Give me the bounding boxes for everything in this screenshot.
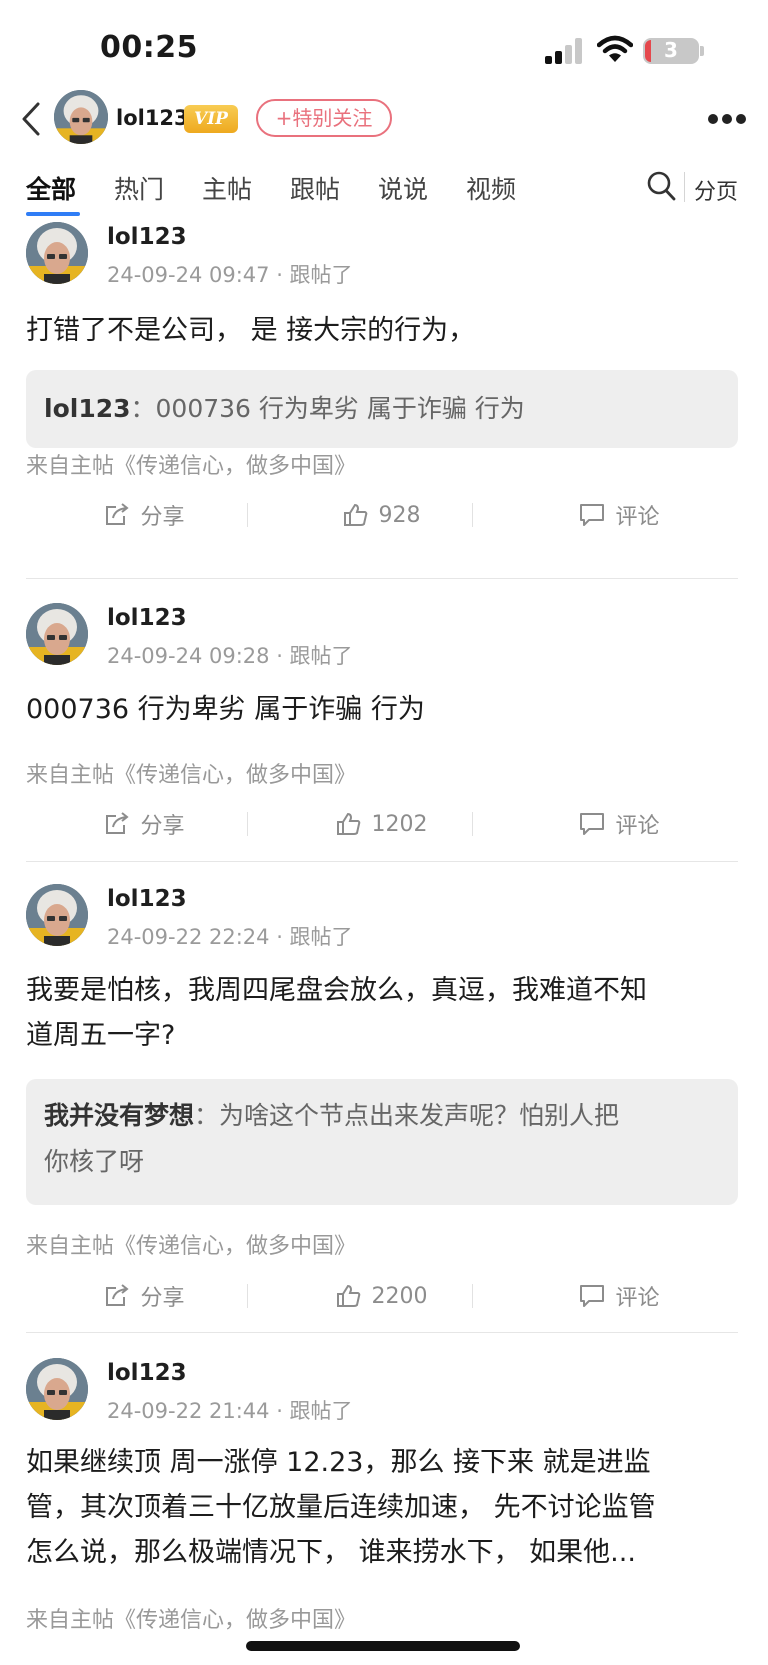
divider xyxy=(684,172,685,202)
post-body-line: 如果继续顶 周一涨停 12.23，那么 接下来 就是进监 xyxy=(26,1447,651,1478)
tab-main-posts[interactable]: 主帖 xyxy=(202,170,252,206)
divider xyxy=(26,861,738,862)
share-icon xyxy=(106,503,130,525)
thumbs-up-icon xyxy=(336,812,360,835)
post-body-line: 管，其次顶着三十亿放量后连续加速， 先不讨论监管 xyxy=(26,1492,656,1523)
like-count: 2200 xyxy=(371,1283,428,1309)
wifi-icon xyxy=(597,35,633,62)
battery-icon: 3 xyxy=(643,38,699,64)
like-button[interactable]: 2200 xyxy=(263,1271,500,1321)
avatar[interactable] xyxy=(26,884,88,946)
comment-button[interactable]: 评论 xyxy=(501,1271,738,1321)
search-icon[interactable] xyxy=(646,170,676,202)
post-meta: 24-09-22 21:44 · 跟帖了 xyxy=(107,1399,353,1423)
active-tab-indicator xyxy=(26,212,80,216)
post-body[interactable]: 如果继续顶 周一涨停 12.23，那么 接下来 就是进监 管，其次顶着三十亿放量… xyxy=(26,1440,736,1575)
battery-level: 3 xyxy=(664,38,678,62)
tab-replies[interactable]: 跟帖 xyxy=(290,170,340,206)
post-body[interactable]: 打错了不是公司， 是 接大宗的行为， xyxy=(26,308,736,353)
special-follow-button[interactable]: +特别关注 xyxy=(256,99,392,137)
comment-icon xyxy=(580,504,605,526)
like-button[interactable]: 1202 xyxy=(263,799,500,849)
share-label: 分享 xyxy=(140,505,185,530)
post-body[interactable]: 我要是怕核，我周四尾盘会放么，真逗，我难道不知 道周五一字? xyxy=(26,968,736,1058)
status-bar: 00:25 3 xyxy=(0,0,768,96)
divider xyxy=(26,1332,738,1333)
like-count: 928 xyxy=(378,502,421,528)
tab-talks[interactable]: 说说 xyxy=(378,170,428,206)
divider xyxy=(26,578,738,579)
comment-button[interactable]: 评论 xyxy=(501,799,738,849)
post-meta: 24-09-24 09:47 · 跟帖了 xyxy=(107,263,353,287)
quote-separator: ： xyxy=(194,1101,220,1130)
post-username[interactable]: lol123 xyxy=(107,224,187,250)
post-source[interactable]: 来自主帖《传递信心，做多中国》 xyxy=(26,448,356,480)
share-button[interactable]: 分享 xyxy=(26,799,263,849)
post-source[interactable]: 来自主帖《传递信心，做多中国》 xyxy=(26,757,356,789)
back-icon[interactable] xyxy=(14,100,48,138)
post-body[interactable]: 000736 行为卑劣 属于诈骗 行为 xyxy=(26,687,736,732)
tab-hot[interactable]: 热门 xyxy=(114,170,164,206)
quote-text: 000736 行为卑劣 属于诈骗 行为 xyxy=(155,394,525,423)
quote-text: 为啥这个节点出来发声呢？怕别人把 xyxy=(219,1101,620,1130)
avatar[interactable] xyxy=(26,1358,88,1420)
post-username[interactable]: lol123 xyxy=(107,1360,187,1386)
post-username[interactable]: lol123 xyxy=(107,886,187,912)
share-button[interactable]: 分享 xyxy=(26,1271,263,1321)
quote-text: 你核了呀 xyxy=(44,1147,145,1176)
like-count: 1202 xyxy=(371,811,428,837)
comment-label: 评论 xyxy=(615,505,660,530)
vip-badge: VIP xyxy=(184,105,238,133)
post-source[interactable]: 来自主帖《传递信心，做多中国》 xyxy=(26,1228,356,1260)
post-actions: 分享 928 评论 xyxy=(26,490,738,540)
quote-username: 我并没有梦想 xyxy=(44,1101,195,1130)
share-icon xyxy=(106,1284,130,1306)
more-options-icon[interactable] xyxy=(708,114,748,126)
thumbs-up-icon xyxy=(336,1284,360,1307)
post-body-line: 怎么说，那么极端情况下， 谁来捞水下， 如果他... xyxy=(26,1537,636,1568)
avatar[interactable] xyxy=(26,603,88,665)
like-button[interactable]: 928 xyxy=(263,490,500,540)
thumbs-up-icon xyxy=(343,503,367,526)
comment-button[interactable]: 评论 xyxy=(501,490,738,540)
comment-icon xyxy=(580,813,605,835)
share-icon xyxy=(106,812,130,834)
home-indicator[interactable] xyxy=(246,1641,520,1651)
post-meta: 24-09-22 22:24 · 跟帖了 xyxy=(107,925,353,949)
post-source[interactable]: 来自主帖《传递信心，做多中国》 xyxy=(26,1602,356,1634)
cellular-signal-icon xyxy=(545,38,585,64)
post-body-line: 道周五一字? xyxy=(26,1020,176,1051)
profile-header: lol123 VIP +特别关注 xyxy=(0,88,768,150)
quoted-post[interactable]: lol123：000736 行为卑劣 属于诈骗 行为 xyxy=(26,370,738,448)
avatar[interactable] xyxy=(26,222,88,284)
share-label: 分享 xyxy=(140,1286,185,1311)
status-time: 00:25 xyxy=(100,30,198,65)
post-username[interactable]: lol123 xyxy=(107,605,187,631)
comment-label: 评论 xyxy=(615,814,660,839)
post-meta: 24-09-24 09:28 · 跟帖了 xyxy=(107,644,353,668)
avatar[interactable] xyxy=(54,90,108,144)
post-body-line: 我要是怕核，我周四尾盘会放么，真逗，我难道不知 xyxy=(26,975,647,1006)
profile-username: lol123 xyxy=(116,106,189,130)
quoted-post[interactable]: 我并没有梦想：为啥这个节点出来发声呢？怕别人把 你核了呀 xyxy=(26,1079,738,1205)
comment-label: 评论 xyxy=(615,1286,660,1311)
pagination-button[interactable]: 分页 xyxy=(694,174,738,206)
share-label: 分享 xyxy=(140,814,185,839)
post-body-line: 打错了不是公司， 是 接大宗的行为， xyxy=(26,315,476,346)
post-actions: 分享 2200 评论 xyxy=(26,1271,738,1321)
post-body-line: 000736 行为卑劣 属于诈骗 行为 xyxy=(26,694,425,725)
share-button[interactable]: 分享 xyxy=(26,490,263,540)
quote-username: lol123 xyxy=(44,394,131,423)
quote-separator: ： xyxy=(130,394,156,423)
post-actions: 分享 1202 评论 xyxy=(26,799,738,849)
tab-videos[interactable]: 视频 xyxy=(466,170,516,206)
comment-icon xyxy=(580,1285,605,1307)
filter-tabs: 全部 热门 主帖 跟帖 说说 视频 分页 xyxy=(0,160,768,220)
tab-all[interactable]: 全部 xyxy=(26,170,76,206)
